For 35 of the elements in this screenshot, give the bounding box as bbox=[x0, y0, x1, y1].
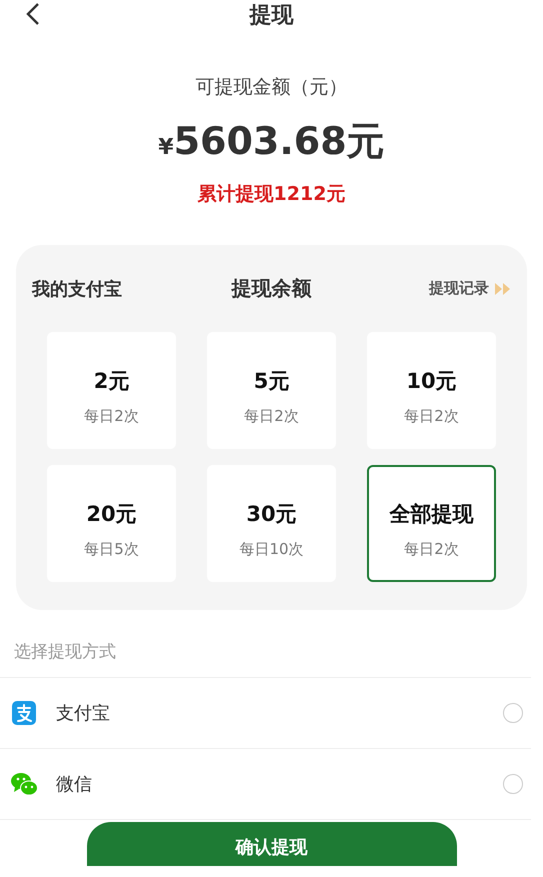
radio-button[interactable] bbox=[503, 774, 523, 794]
amount-option[interactable]: 20元 每日5次 bbox=[47, 465, 176, 582]
option-limit: 每日2次 bbox=[404, 407, 459, 426]
amount-option[interactable]: 5元 每日2次 bbox=[207, 332, 336, 449]
back-icon[interactable] bbox=[24, 2, 42, 26]
option-limit: 每日2次 bbox=[244, 407, 299, 426]
option-amount: 30元 bbox=[246, 501, 297, 528]
confirm-button[interactable]: 确认提现 bbox=[86, 822, 456, 866]
alipay-icon bbox=[10, 699, 38, 727]
option-amount: 20元 bbox=[86, 501, 137, 528]
option-limit: 每日10次 bbox=[239, 540, 304, 559]
record-link[interactable]: 提现记录 bbox=[429, 279, 489, 298]
balance-amount: 5603.68元 bbox=[174, 118, 385, 165]
option-amount: 全部提现 bbox=[390, 501, 474, 528]
radio-button[interactable] bbox=[503, 703, 523, 723]
card-title: 提现余额 bbox=[232, 275, 312, 302]
option-amount: 5元 bbox=[254, 368, 290, 395]
section-heading: 选择提现方式 bbox=[0, 610, 531, 678]
option-amount: 2元 bbox=[94, 368, 130, 395]
double-arrow-icon bbox=[495, 282, 511, 294]
amount-option[interactable]: 2元 每日2次 bbox=[47, 332, 176, 449]
option-limit: 每日2次 bbox=[404, 540, 459, 559]
method-label: 微信 bbox=[56, 773, 93, 796]
total-withdrawn: 累计提现1212元 bbox=[198, 182, 346, 207]
option-limit: 每日5次 bbox=[84, 540, 139, 559]
option-limit: 每日2次 bbox=[84, 407, 139, 426]
balance-label: 可提现金额（元） bbox=[196, 75, 348, 100]
currency-symbol: ¥ bbox=[158, 135, 174, 160]
method-label: 支付宝 bbox=[56, 702, 111, 725]
amount-option[interactable]: 10元 每日2次 bbox=[367, 332, 496, 449]
amount-option[interactable]: 30元 每日10次 bbox=[207, 465, 336, 582]
page-title: 提现 bbox=[250, 2, 294, 30]
option-amount: 10元 bbox=[406, 368, 457, 395]
amount-option[interactable]: 全部提现 每日2次 bbox=[367, 465, 496, 582]
account-label: 我的支付宝 bbox=[32, 278, 123, 300]
